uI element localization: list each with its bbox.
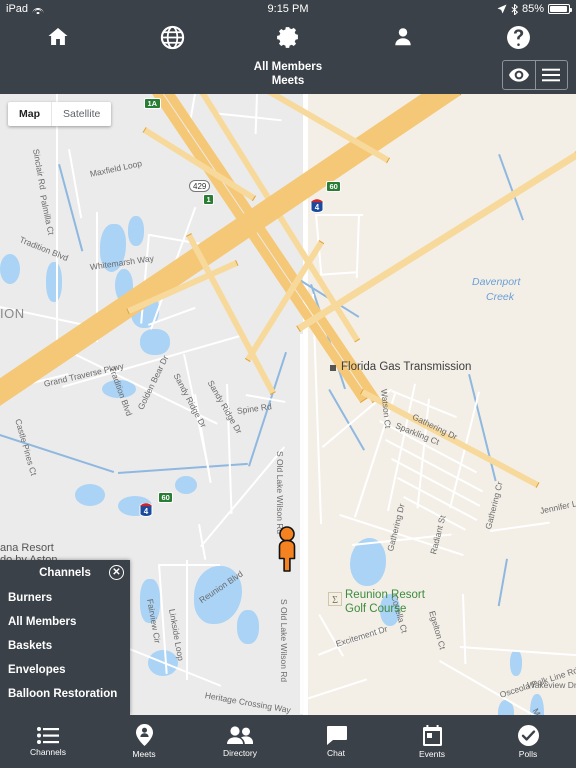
lake <box>510 650 522 676</box>
globe-icon <box>161 25 185 49</box>
water-label: Creek <box>486 291 515 303</box>
calendar-icon <box>422 724 442 746</box>
exit-shield-60-north: 60 <box>326 181 342 192</box>
tab-label: Channels <box>30 746 66 757</box>
interstate-4-shield-north: 4 <box>310 198 324 213</box>
poi-label-golf-course: Golf Course <box>345 603 407 615</box>
tab-polls[interactable]: Polls <box>480 715 576 768</box>
local-road <box>317 214 363 216</box>
lake <box>46 262 62 302</box>
app-root: iPad 9:15 PM 85% All Members Meets 1A 42… <box>0 0 576 768</box>
area-label-reunion: ION <box>0 306 25 321</box>
golf-icon: Σ <box>328 592 342 606</box>
map-type-option-map[interactable]: Map <box>8 102 51 126</box>
title-bar: All Members Meets <box>0 56 576 94</box>
route-shield-429: 429 <box>189 180 211 192</box>
battery-icon <box>548 4 572 14</box>
lake <box>140 329 170 355</box>
map-type-option-satellite[interactable]: Satellite <box>51 102 111 126</box>
tab-label: Polls <box>518 748 538 759</box>
help-button[interactable] <box>490 20 546 54</box>
interstate-4-shield-south: 4 <box>139 502 153 517</box>
tab-label: Events <box>419 748 445 759</box>
tab-events[interactable]: Events <box>384 715 480 768</box>
svg-text:Σ: Σ <box>332 595 338 606</box>
channel-item-all-members[interactable]: All Members <box>0 610 130 634</box>
chat-bubble-icon <box>326 725 347 745</box>
view-toggle-group <box>502 60 568 90</box>
visibility-toggle-button[interactable] <box>503 61 535 89</box>
local-road <box>56 94 58 344</box>
profile-button[interactable] <box>375 20 431 54</box>
list-icon <box>37 726 59 744</box>
location-arrow-icon <box>497 4 507 14</box>
channel-item-baskets[interactable]: Baskets <box>0 634 130 658</box>
water-label: Davenport <box>472 276 521 288</box>
page-title-line2: Meets <box>271 75 305 87</box>
local-road <box>186 560 188 680</box>
tab-meets[interactable]: Meets <box>96 715 192 768</box>
page-title: All Members Meets <box>0 60 576 88</box>
globe-button[interactable] <box>145 20 201 54</box>
top-nav-bar <box>0 18 576 56</box>
status-bar: iPad 9:15 PM 85% <box>0 0 576 18</box>
tab-chat[interactable]: Chat <box>288 715 384 768</box>
hamburger-menu-icon <box>542 68 561 82</box>
street-label: ana Resort <box>0 542 54 554</box>
home-button[interactable] <box>30 20 86 54</box>
s-old-lake-wilson-road <box>300 334 304 714</box>
street-view-pegman-icon[interactable] <box>276 526 298 572</box>
tab-label: Meets <box>132 749 156 759</box>
menu-button[interactable] <box>534 61 568 89</box>
local-road <box>160 564 220 566</box>
exit-shield-1: 1 <box>203 194 215 205</box>
exit-shield-60-south: 60 <box>158 492 174 503</box>
lake <box>237 610 259 644</box>
check-circle-icon <box>517 724 539 746</box>
tab-label: Directory <box>222 747 257 758</box>
clock-label: 9:15 PM <box>267 3 309 15</box>
lake <box>128 216 144 246</box>
people-icon <box>227 725 253 744</box>
street-label: S Old Lake Wilson Rd <box>275 451 285 535</box>
channels-panel-title: Channels <box>39 567 91 579</box>
poi-label-florida-gas: Florida Gas Transmission <box>341 361 472 373</box>
svg-text:4: 4 <box>144 507 149 516</box>
settings-button[interactable] <box>260 20 316 54</box>
exit-shield-1a: 1A <box>144 98 161 109</box>
channels-panel-header: Channels ✕ <box>0 560 130 586</box>
battery-percent-label: 85% <box>521 3 544 15</box>
person-icon <box>395 28 411 46</box>
channel-item-envelopes[interactable]: Envelopes <box>0 658 130 682</box>
close-circle-icon[interactable]: ✕ <box>109 565 124 580</box>
map-pin-person-icon <box>135 724 153 746</box>
poi-label-reunion-resort: Reunion Resort <box>345 589 425 601</box>
status-bar-right: 85% <box>497 3 572 15</box>
gear-icon <box>277 26 299 48</box>
bluetooth-icon <box>511 3 518 15</box>
lake <box>75 484 105 506</box>
bottom-tab-bar: Channels Meets Directory Chat Events Pol… <box>0 715 576 768</box>
page-title-line1: All Members <box>253 61 323 73</box>
tab-channels[interactable]: Channels <box>0 715 96 768</box>
channel-item-burners[interactable]: Burners <box>0 586 130 610</box>
question-circle-icon <box>506 25 530 49</box>
lake <box>175 476 197 494</box>
square-marker-icon <box>330 365 336 371</box>
street-label: S Old Lake Wilson Rd <box>279 599 289 683</box>
channel-item-balloon-restoration[interactable]: Balloon Restoration <box>0 682 130 706</box>
channels-panel: Channels ✕ Burners All Members Baskets E… <box>0 560 130 715</box>
map-type-toggle: Map Satellite <box>8 102 112 126</box>
tab-label: Chat <box>327 747 345 758</box>
svg-text:4: 4 <box>315 203 320 212</box>
home-icon <box>48 28 68 45</box>
eye-icon <box>508 68 529 82</box>
lake <box>0 254 20 284</box>
tab-directory[interactable]: Directory <box>192 715 288 768</box>
